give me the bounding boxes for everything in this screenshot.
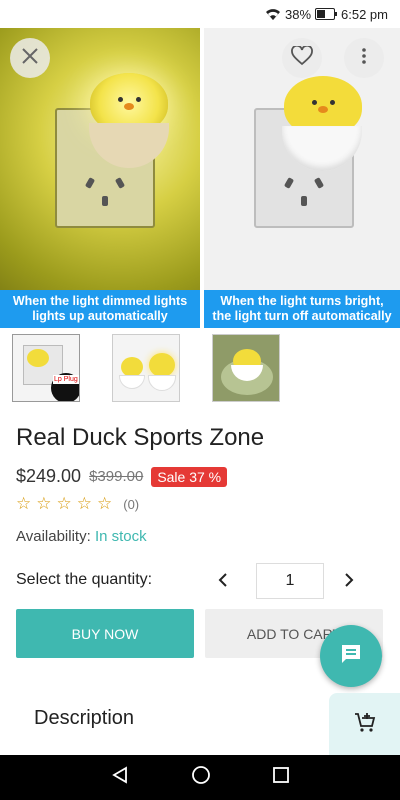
rating-row[interactable]: ☆ ☆ ☆ ☆ ☆ (0) [16,494,139,514]
chevron-left-icon [218,570,228,593]
battery-icon [315,8,338,20]
rating-count: (0) [123,496,140,512]
thumbnail-2[interactable] [112,334,180,402]
close-icon [21,47,39,70]
description-heading[interactable]: Description [34,707,134,730]
back-nav-icon[interactable] [111,766,129,789]
battery-percent: 38% [284,6,312,22]
plug-badge: Lp Plug [53,375,79,384]
clock: 6:52 pm [341,6,388,22]
sale-badge: Sale 37 % [151,466,228,487]
star-icon: ☆ [97,494,113,513]
home-nav-icon[interactable] [191,765,211,790]
hero-caption-right: When the light turns bright, the light t… [204,290,400,328]
quantity-input[interactable]: 1 [256,563,324,599]
star-icon: ☆ [36,494,52,513]
thumbnail-strip: Lp Plug [12,334,280,402]
favorite-button[interactable] [282,38,322,78]
quantity-label: Select the quantity: [16,571,153,588]
quantity-decrease-button[interactable] [210,564,236,598]
more-options-button[interactable] [344,38,384,78]
availability-label: Availability: [16,528,91,545]
quantity-stepper: 1 [210,563,362,599]
thumbnail-3[interactable] [212,334,280,402]
more-vertical-icon [362,47,366,69]
product-title: Real Duck Sports Zone [16,424,265,451]
system-nav-bar [0,755,400,800]
price-row: $249.00 $399.00 Sale 37 % [16,466,228,487]
star-icon: ☆ [16,494,32,513]
current-price: $249.00 [16,466,82,486]
chat-icon [339,642,363,671]
chat-button[interactable] [320,625,382,687]
status-bar: 38% 6:52 pm [0,0,400,28]
availability-status: In stock [94,528,147,545]
add-to-cart-icon [354,711,376,738]
thumbnail-1[interactable]: Lp Plug [12,334,80,402]
chevron-right-icon [344,570,354,593]
recents-nav-icon[interactable] [273,767,289,788]
star-icon: ☆ [56,494,72,513]
buy-now-button[interactable]: BUY NOW [16,609,194,658]
availability: Availability: In stock [16,528,147,545]
wifi-icon [265,8,281,21]
heart-icon [291,44,313,71]
product-image-gallery[interactable]: When the light dimmed lights lights up a… [0,28,400,328]
original-price: $399.00 [89,468,144,485]
star-icon: ☆ [76,494,92,513]
product-screen: 38% 6:52 pm When the light dimmed lights… [0,0,400,800]
quantity-increase-button[interactable] [336,564,362,598]
close-button[interactable] [10,38,50,78]
cart-shortcut-button[interactable] [329,693,400,755]
hero-caption-left: When the light dimmed lights lights up a… [0,290,200,328]
